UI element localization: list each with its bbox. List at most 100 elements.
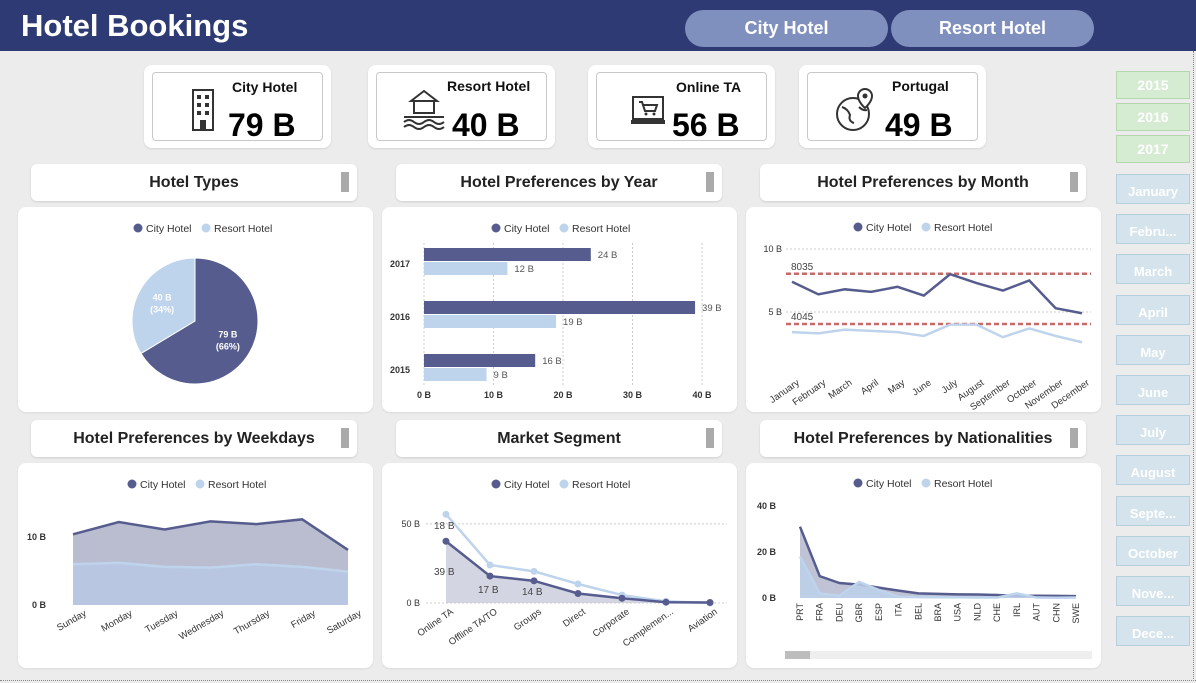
slicer-month-3[interactable]: March bbox=[1116, 254, 1190, 285]
bar-data-label: 19 B bbox=[563, 317, 583, 328]
data-point bbox=[574, 590, 582, 597]
x-tick-label: May bbox=[886, 377, 907, 396]
legend-marker-city bbox=[133, 223, 143, 233]
legend-marker-city bbox=[491, 479, 501, 489]
chart-panel-by-weekdays: City Hotel Resort Hotel 0 B 10 B Sunday Monda… bbox=[18, 463, 373, 668]
kpi-card-city-hotel: City Hotel 79 B bbox=[144, 65, 331, 148]
y-tick-label: 0 B bbox=[406, 598, 420, 608]
x-tick-label: April bbox=[859, 377, 881, 397]
kpi-value: 56 B bbox=[672, 107, 740, 143]
slicer-month-5[interactable]: May bbox=[1116, 334, 1190, 365]
slicer-month-12[interactable]: Dece... bbox=[1116, 616, 1190, 647]
slicer-month-11[interactable]: Nove... bbox=[1116, 576, 1190, 606]
bar-data-label: 16 B bbox=[542, 356, 562, 367]
data-point bbox=[442, 537, 450, 545]
x-tick-label: Groups bbox=[512, 606, 544, 633]
panel-handle[interactable] bbox=[706, 428, 714, 448]
x-tick-label: Corporate bbox=[591, 606, 632, 639]
reference-line-label: 4045 bbox=[791, 312, 814, 323]
legend-marker-resort bbox=[921, 222, 931, 232]
kpi-label: Portugal bbox=[892, 78, 949, 94]
x-tick-label: NLD bbox=[972, 603, 982, 622]
chart-scrollbar-thumb[interactable] bbox=[785, 651, 810, 659]
legend-label-city: City Hotel bbox=[504, 479, 550, 491]
series-line bbox=[791, 272, 1083, 315]
pie-data-label: 40 B bbox=[153, 292, 173, 302]
slicer-month-8[interactable]: August bbox=[1116, 455, 1190, 486]
resort-hotel-button[interactable]: Resort Hotel bbox=[891, 10, 1094, 47]
legend-marker-resort bbox=[921, 478, 931, 488]
legend-label-resort: Resort Hotel bbox=[572, 223, 630, 235]
slicer-month-2[interactable]: Febru... bbox=[1116, 214, 1190, 245]
slicer-month-10[interactable]: October bbox=[1116, 535, 1190, 566]
slicer-month-1[interactable]: January bbox=[1116, 174, 1190, 204]
legend-marker-city bbox=[853, 478, 863, 488]
chart-scrollbar[interactable] bbox=[785, 651, 1092, 659]
resort-icon bbox=[403, 89, 445, 130]
y-tick-label: 40 B bbox=[757, 501, 777, 511]
legend-marker-resort bbox=[201, 223, 211, 233]
area-chart: City Hotel Resort Hotel 0 B 20 B 40 B PRT FRA D… bbox=[757, 478, 1081, 624]
data-label: 14 B bbox=[522, 587, 543, 598]
x-tick-label: IRL bbox=[1012, 603, 1022, 617]
panel-handle[interactable] bbox=[706, 172, 714, 192]
bar bbox=[424, 368, 487, 381]
x-tick-label: Monday bbox=[100, 608, 135, 635]
data-label: 39 B bbox=[434, 567, 455, 578]
bar bbox=[424, 248, 591, 261]
panel-handle[interactable] bbox=[1070, 428, 1078, 448]
bar-chart: City Hotel Resort Hotel 0 B 10 B 20 B 30 B 40 … bbox=[390, 223, 722, 400]
y-tick-label: 10 B bbox=[763, 244, 782, 254]
slicer-month-4[interactable]: April bbox=[1116, 294, 1190, 325]
x-tick-label: USA bbox=[953, 603, 963, 622]
panel-title-hotel-types: Hotel Types bbox=[31, 164, 357, 201]
x-tick-label: DEU bbox=[834, 603, 844, 622]
city-hotel-button[interactable]: City Hotel bbox=[685, 10, 888, 47]
legend-marker-city bbox=[127, 479, 137, 489]
data-point bbox=[530, 567, 538, 575]
panel-handle[interactable] bbox=[341, 172, 349, 192]
x-tick-label: ITA bbox=[894, 603, 904, 616]
kpi-card-resort-hotel: Resort Hotel 40 B bbox=[368, 65, 555, 148]
pie-data-label: 79 B bbox=[218, 330, 238, 340]
legend-marker-city bbox=[491, 223, 501, 233]
bar bbox=[424, 301, 696, 314]
online-cart-icon bbox=[631, 96, 665, 124]
slicer-year-2017[interactable]: 2017 bbox=[1116, 135, 1190, 163]
panel-handle[interactable] bbox=[1070, 172, 1078, 192]
series-area bbox=[800, 526, 1076, 598]
slicer-month-9[interactable]: Septe... bbox=[1116, 495, 1190, 526]
slicer-year-2015[interactable]: 2015 bbox=[1116, 71, 1190, 99]
x-tick-label: Aviation bbox=[686, 606, 720, 634]
x-tick-label: 0 B bbox=[417, 390, 432, 400]
slicer-month-7[interactable]: July bbox=[1116, 415, 1190, 446]
bar-data-label: 12 B bbox=[514, 264, 534, 275]
x-tick-label: AUT bbox=[1032, 602, 1042, 621]
line-chart: City Hotel Resort Hotel5 B10 B80354045Jan… bbox=[763, 222, 1091, 412]
line-chart: City Hotel Resort Hotel 0 B 50 B 18 B 39 B 17 … bbox=[401, 479, 727, 649]
x-tick-label: Tuesday bbox=[143, 608, 180, 636]
kpi-card-portugal: Portugal 49 B bbox=[799, 65, 986, 148]
series-area bbox=[73, 562, 348, 605]
bar bbox=[424, 315, 557, 328]
x-tick-label: ESP bbox=[874, 603, 884, 621]
x-tick-label: Direct bbox=[561, 606, 588, 629]
building-icon bbox=[192, 89, 214, 131]
data-point bbox=[530, 577, 538, 585]
bar-data-label: 39 B bbox=[702, 303, 722, 314]
chart-panel-by-year: City Hotel Resort Hotel 0 B 10 B 20 B 30 B 40 … bbox=[382, 207, 737, 412]
chart-panel-by-month: City Hotel Resort Hotel 5 B 10 B 8035 4045 Jan… bbox=[746, 207, 1101, 412]
slicer-year-2016[interactable]: 2016 bbox=[1116, 103, 1190, 131]
legend-label-resort: Resort Hotel bbox=[572, 479, 630, 491]
area-chart: City Hotel Resort Hotel 0 B 10 B Sunday Monda… bbox=[27, 479, 364, 643]
x-tick-label: Online TA bbox=[416, 606, 457, 639]
bar-data-label: 24 B bbox=[598, 250, 618, 261]
slicer-month-6[interactable]: June bbox=[1116, 375, 1190, 405]
y-tick-label: 2015 bbox=[390, 365, 410, 375]
x-tick-label: FRA bbox=[815, 603, 825, 621]
panel-handle[interactable] bbox=[341, 428, 349, 448]
kpi-label: City Hotel bbox=[232, 79, 298, 95]
legend-label-city: City Hotel bbox=[146, 223, 192, 235]
data-label: 18 B bbox=[434, 521, 455, 532]
bar bbox=[424, 354, 536, 367]
